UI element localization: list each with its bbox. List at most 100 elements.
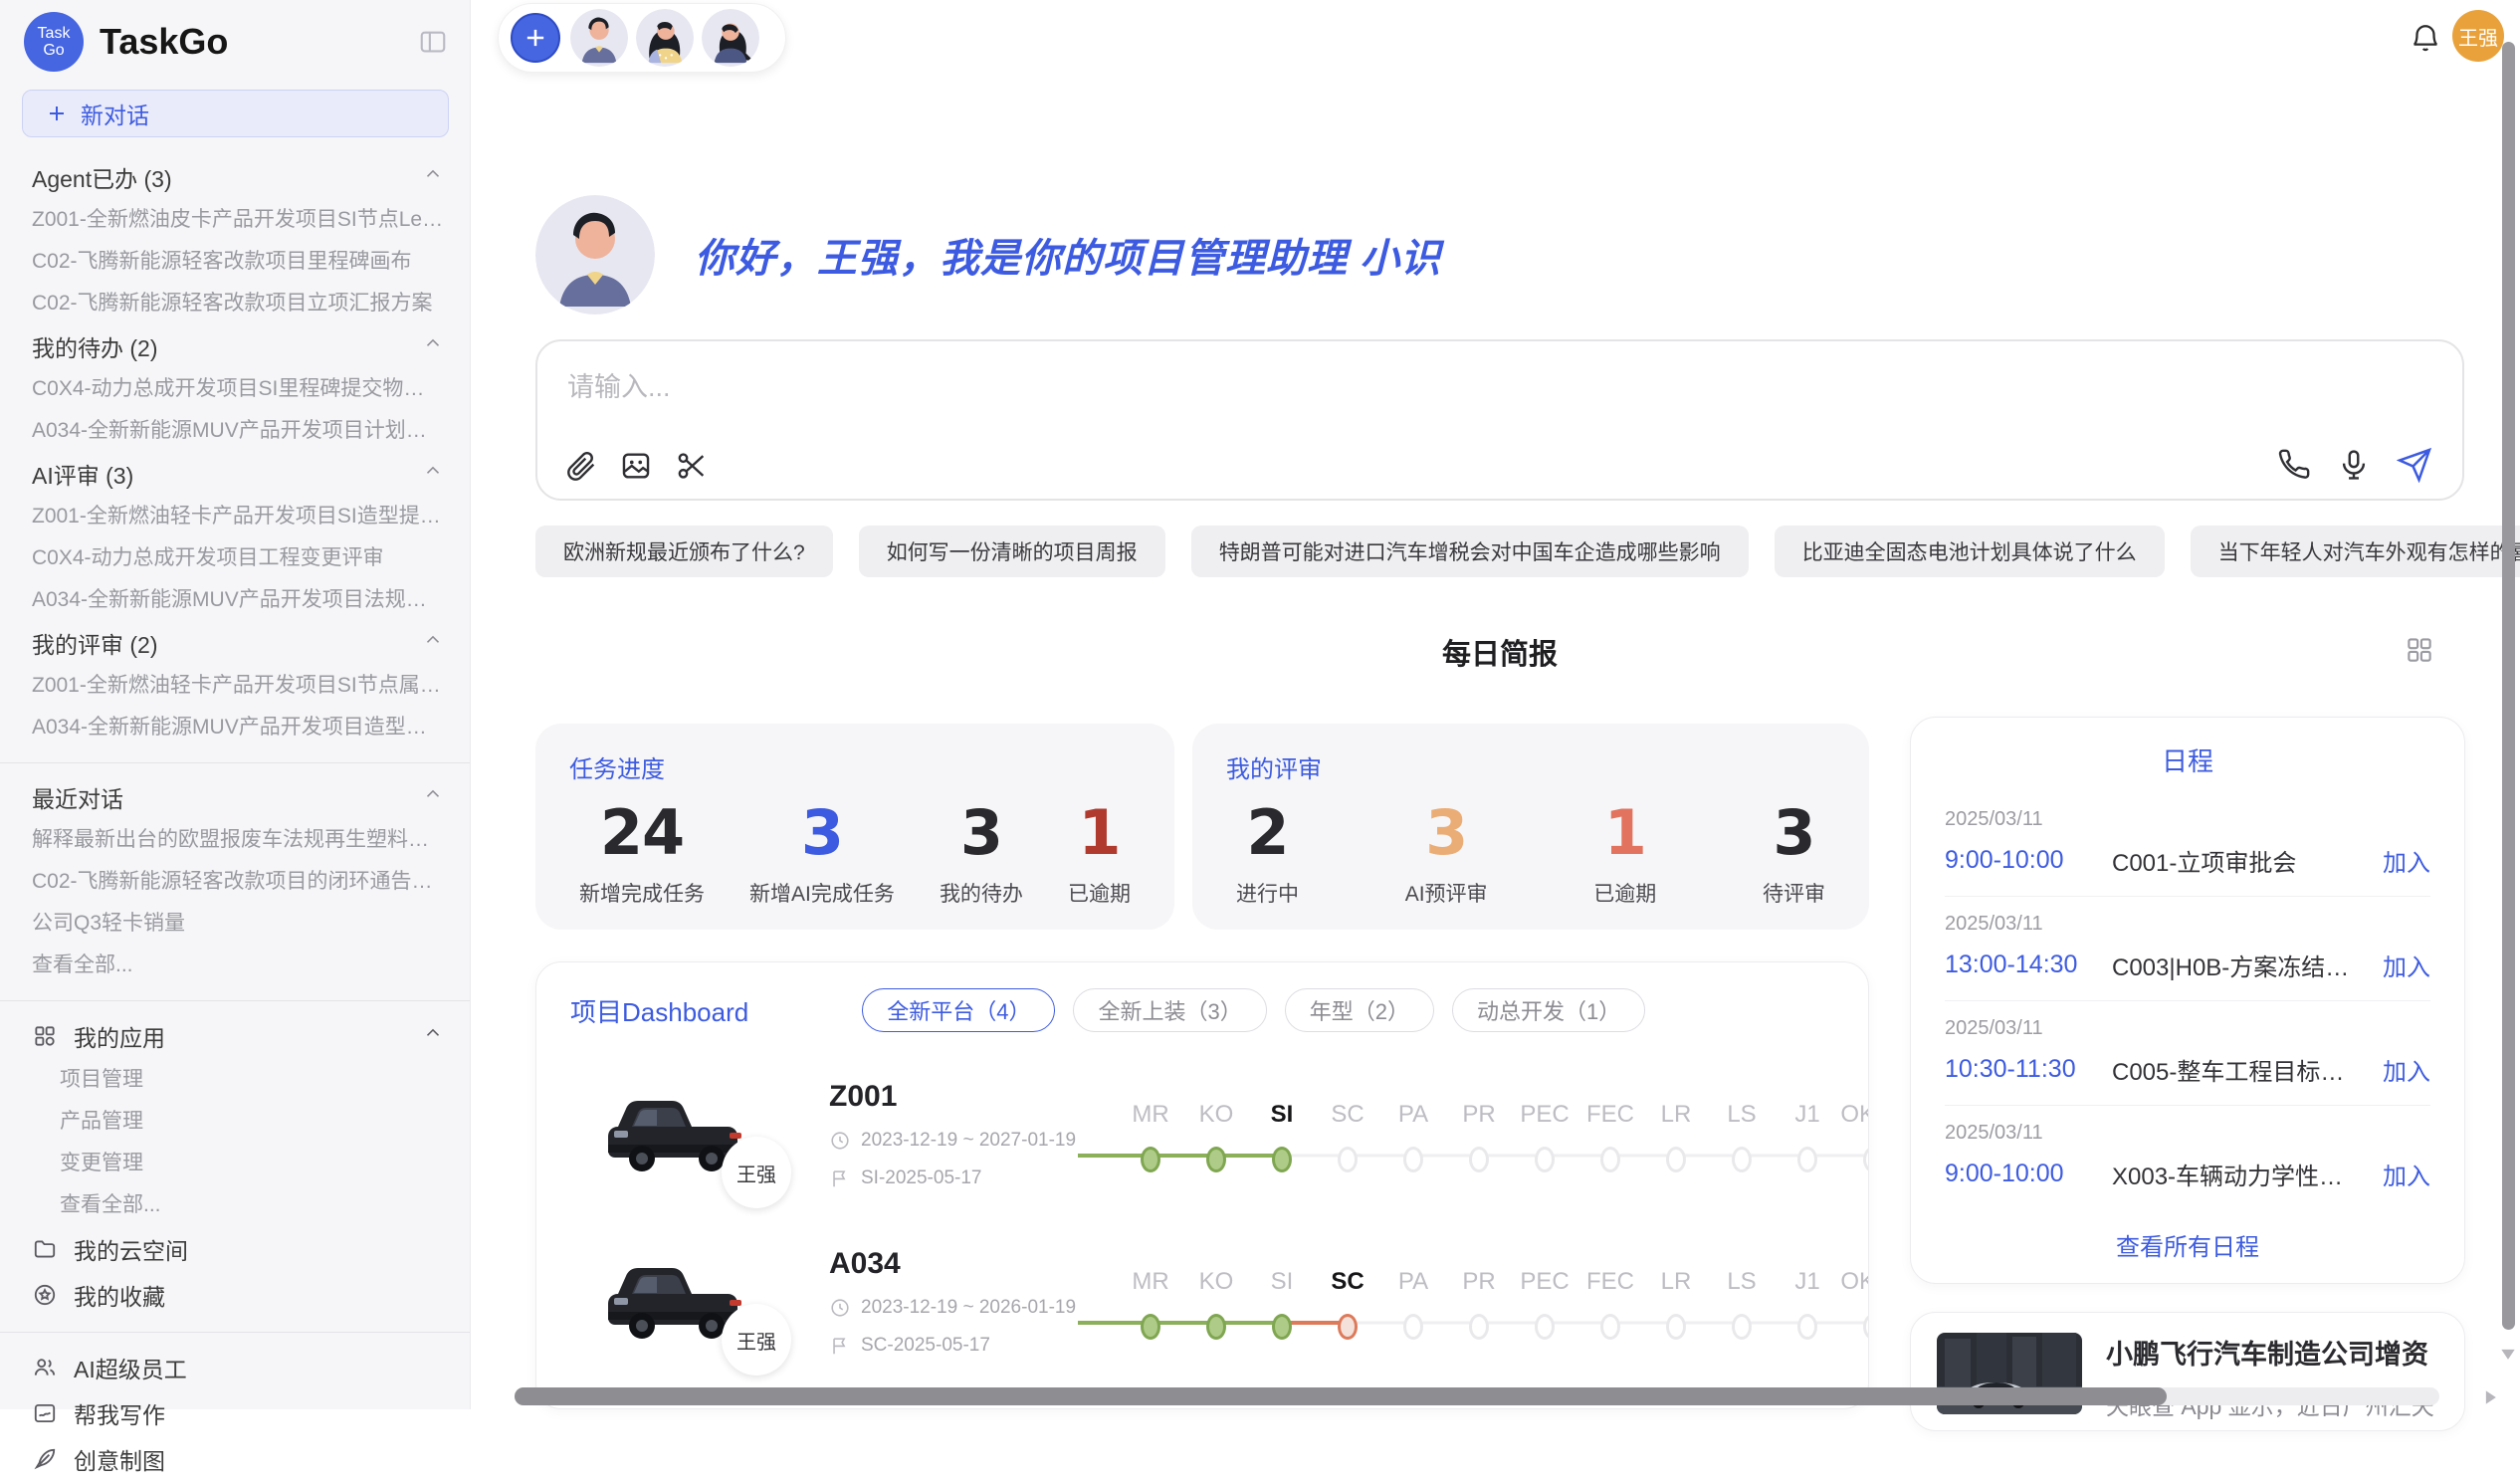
scroll-right-arrow-icon[interactable] [2480,1387,2500,1407]
milestone-label: FEC [1577,1098,1643,1132]
chevron-up-icon[interactable] [422,1022,444,1044]
sidebar-section-header[interactable]: AI评审 (3) [0,452,470,496]
image-upload-icon[interactable] [619,449,653,483]
join-meeting-link[interactable]: 加入 [2383,1052,2430,1087]
milestone: PA [1380,1098,1446,1179]
voice-call-icon[interactable] [2277,447,2311,483]
microphone-icon[interactable] [2337,447,2371,483]
sidebar-task-item[interactable]: Z001-全新燃油轻卡产品开发项目SI造型提交物评审 [0,496,470,537]
session-avatar[interactable] [636,9,694,67]
sidebar-tool[interactable]: AI超级员工 [0,1345,470,1390]
join-meeting-link[interactable]: 加入 [2383,843,2430,878]
join-meeting-link[interactable]: 加入 [2383,1157,2430,1191]
sidebar-collapse-icon[interactable] [418,27,448,57]
project-vehicle-image: 王强 [590,1075,765,1194]
sidebar-task-item[interactable]: C02-飞腾新能源轻客改款项目立项汇报方案 [0,283,470,324]
sidebar-task-item[interactable]: C0X4-动力总成开发项目SI里程碑提交物检查 [0,368,470,410]
news-card[interactable]: 小鹏飞行汽车制造公司增资 天眼查 App 显示，近日广州汇天飞行汽... [1910,1312,2465,1431]
chevron-up-icon[interactable] [422,460,444,482]
news-title: 小鹏飞行汽车制造公司增资 [2106,1333,2438,1372]
sidebar-task-item[interactable]: A034-全新新能源MUV产品开发项目造型可行性评审 [0,707,470,748]
project-date-range: 2023-12-19 ~ 2026-01-19 [861,1297,1076,1319]
milestone-dot-done [1206,1147,1226,1172]
app-item[interactable]: 项目管理 [0,1059,470,1101]
sidebar-section-header[interactable]: 我的评审 (2) [0,621,470,665]
layout-grid-icon[interactable] [2405,635,2434,665]
milestone-dot-pending [1666,1147,1686,1172]
sidebar-section-title: 我的评审 (2) [32,626,158,660]
task-progress-title: 任务进度 [569,749,1141,784]
app-item[interactable]: 产品管理 [0,1101,470,1143]
sidebar-shortcut[interactable]: 我的云空间 [0,1226,470,1272]
sidebar-task-item[interactable]: A034-全新新能源MUV产品开发项目法规符合性评审 [0,579,470,621]
project-row[interactable]: 王强 A034 2023-12-19 ~ 2026-01-19 SC-2025-… [570,1237,1834,1367]
recent-chat-item[interactable]: C02-飞腾新能源轻客改款项目的闭环通告反馈情况 [0,861,470,903]
app-item[interactable]: 查看全部... [0,1184,470,1226]
view-all-schedule-link[interactable]: 查看所有日程 [1945,1227,2430,1262]
project-flag-milestone: SI-2025-05-17 [861,1167,981,1189]
sidebar-section-header[interactable]: 我的待办 (2) [0,324,470,368]
sidebar-task-item[interactable]: Z001-全新燃油轻卡产品开发项目SI节点属性5D文件评审 [0,665,470,707]
notification-bell-icon[interactable] [2409,22,2442,56]
milestone: LR [1643,1265,1709,1347]
schedule-item: 2025/03/11 13:00-14:30 C003|H0B-方案冻结评审 加… [1945,897,2430,1001]
scissors-icon[interactable] [675,449,709,483]
milestone: J1 [1775,1265,1840,1347]
milestone: MR [1118,1098,1183,1179]
new-chat-button[interactable]: 新对话 [22,90,449,137]
milestone-label: OKTB [1840,1265,1869,1299]
chevron-up-icon[interactable] [422,629,444,651]
sidebar-task-item[interactable]: C02-飞腾新能源轻客改款项目里程碑画布 [0,241,470,283]
sidebar-tool[interactable]: 创意制图 [0,1436,470,1482]
vertical-scrollbar-thumb[interactable] [2502,42,2515,1330]
attachment-icon[interactable] [563,449,597,483]
chevron-up-icon[interactable] [422,332,444,354]
recent-chats-header[interactable]: 最近对话 [0,775,470,819]
chevron-up-icon[interactable] [422,783,444,805]
suggestion-chip[interactable]: 欧洲新规最近颁布了什么? [535,526,833,577]
greeting-text: 你好，王强，我是你的项目管理助理 小识 [695,226,1441,284]
add-session-button[interactable] [511,13,560,63]
milestone-label: MR [1118,1265,1183,1299]
dashboard-filter-tab[interactable]: 全新上装（3） [1073,988,1266,1032]
sidebar-shortcut[interactable]: 我的收藏 [0,1272,470,1318]
sidebar-task-item[interactable]: Z001-全新燃油皮卡产品开发项目SI节点Lesson Learn报告 [0,199,470,241]
sidebar-task-item[interactable]: C0X4-动力总成开发项目工程变更评审 [0,537,470,579]
session-avatar[interactable] [570,9,628,67]
dashboard-filter-tab[interactable]: 全新平台（4） [862,988,1055,1032]
suggestion-chip[interactable]: 特朗普可能对进口汽车增税会对中国车企造成哪些影响 [1191,526,1749,577]
sidebar-section-header[interactable]: Agent已办 (3) [0,155,470,199]
chevron-up-icon[interactable] [422,163,444,185]
session-avatar[interactable] [702,9,759,67]
sidebar-tool[interactable]: 帮我写作 [0,1390,470,1436]
project-owner-badge: 王强 [722,1304,791,1376]
recent-chat-item[interactable]: 解释最新出台的欧盟报废车法规再生塑料比例被调至15%... [0,819,470,861]
milestone: SI [1249,1098,1315,1179]
schedule-meeting-name: C005-整车工程目标评审 [2112,1052,2365,1087]
project-row[interactable]: 王强 Z001 2023-12-19 ~ 2027-01-19 SI-2025-… [570,1070,1834,1199]
milestone-dot-pending [1469,1314,1489,1340]
app-item[interactable]: 变更管理 [0,1143,470,1184]
suggestion-chip[interactable]: 比亚迪全固态电池计划具体说了什么 [1775,526,2165,577]
milestone-label: FEC [1577,1265,1643,1299]
my-apps-header[interactable]: 我的应用 [0,1013,470,1059]
dashboard-filter-tab[interactable]: 动总开发（1） [1452,988,1645,1032]
join-meeting-link[interactable]: 加入 [2383,948,2430,982]
schedule-time: 9:00-10:00 [1945,846,2094,875]
scroll-down-arrow-icon[interactable] [2498,1344,2518,1364]
stat-label: 待评审 [1763,878,1825,908]
suggestion-chip[interactable]: 如何写一份清晰的项目周报 [859,526,1165,577]
recent-chat-item[interactable]: 查看全部... [0,945,470,986]
send-icon[interactable] [2397,447,2432,483]
chat-input-box[interactable]: 请输入... [535,339,2464,501]
dashboard-filter-tab[interactable]: 年型（2） [1285,988,1434,1032]
app-logo-line2: Go [43,42,64,59]
user-avatar[interactable]: 王强 [2452,10,2504,62]
suggestion-chip[interactable]: 当下年轻人对汽车外观有怎样的喜好趋势 [2191,526,2520,577]
sidebar-task-item[interactable]: A034-全新新能源MUV产品开发项目计划变更表编写 [0,410,470,452]
sidebar: Task Go TaskGo 新对话 Agent已办 (3)Z001-全新燃油皮… [0,0,471,1409]
horizontal-scrollbar-track[interactable] [515,1387,2439,1405]
recent-chat-item[interactable]: 公司Q3轻卡销量 [0,903,470,945]
sidebar-divider [0,1332,470,1333]
horizontal-scrollbar-thumb[interactable] [515,1387,2167,1405]
